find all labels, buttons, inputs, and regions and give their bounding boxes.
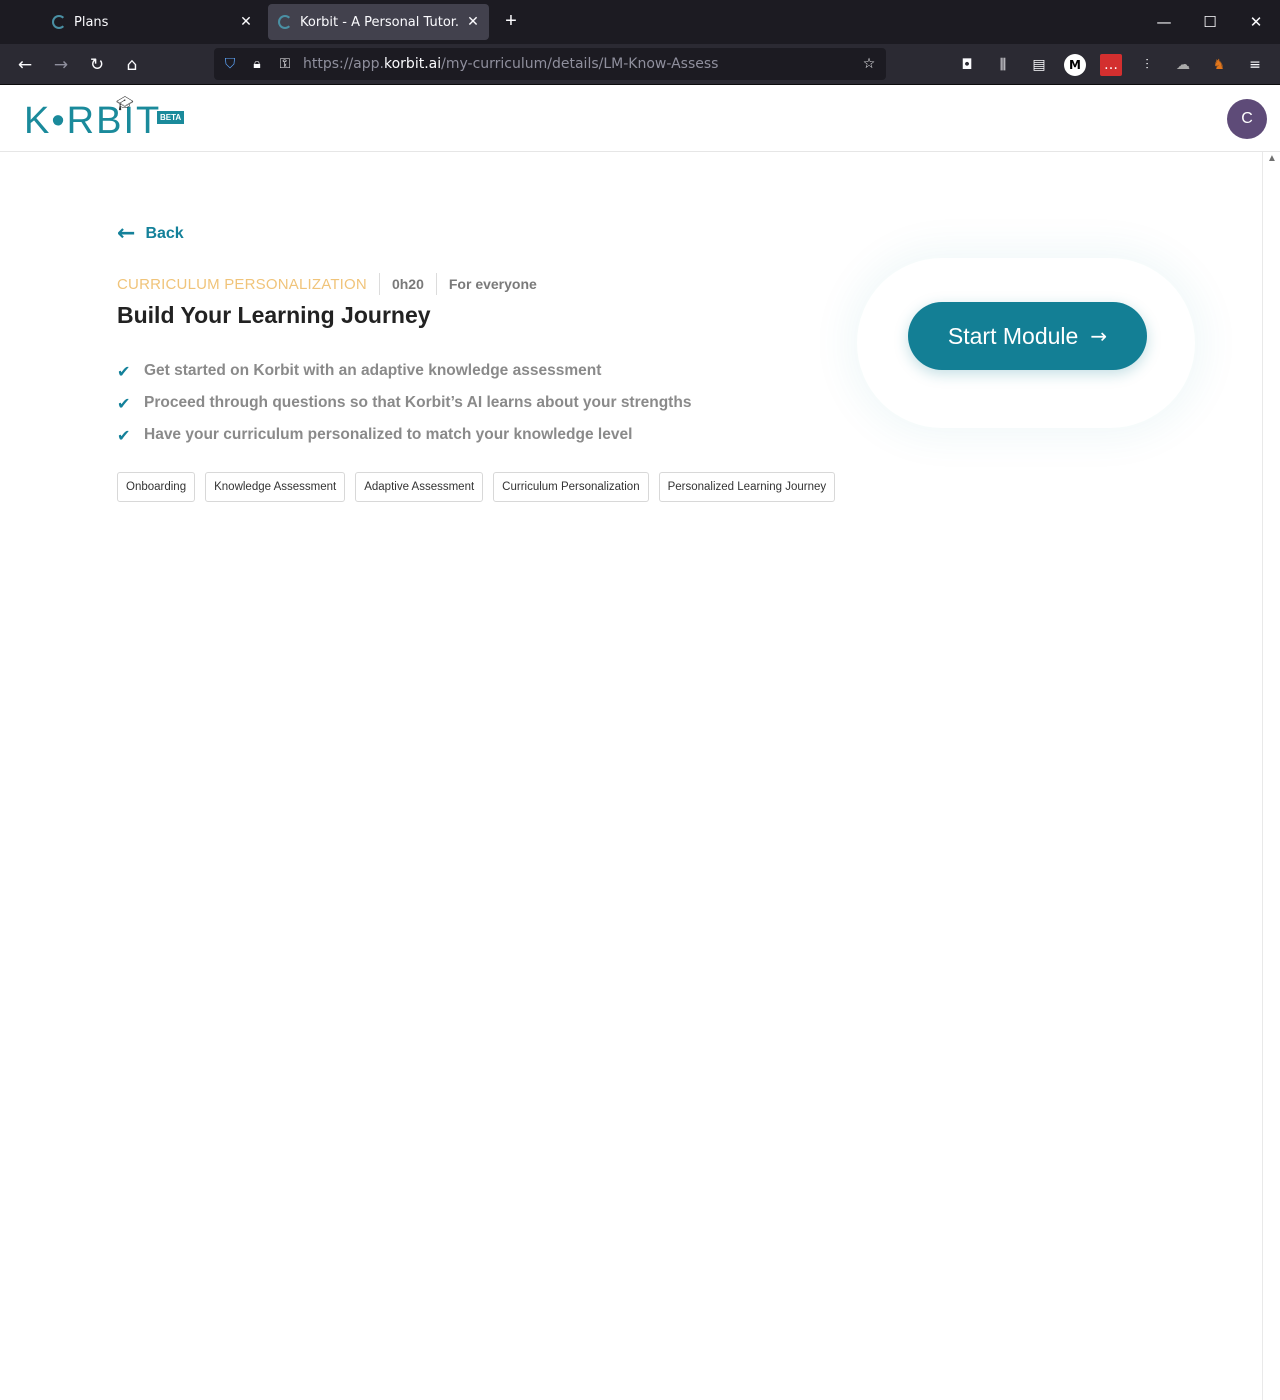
extension-lastpass-icon[interactable]: … xyxy=(1100,54,1122,76)
list-item-text: Have your curriculum personalized to mat… xyxy=(144,426,633,443)
tag-onboarding[interactable]: Onboarding xyxy=(117,472,196,502)
forward-arrow-icon[interactable]: → xyxy=(48,52,74,78)
duration-label: 0h20 xyxy=(391,276,424,292)
start-module-label: Start Module xyxy=(947,322,1079,349)
extension-fox-icon[interactable]: ♞ xyxy=(1208,54,1230,76)
benefits-list: ✔ Get started on Korbit with an adaptive… xyxy=(117,355,691,451)
back-label: Back xyxy=(145,225,184,242)
start-module-button[interactable]: Start Module → xyxy=(908,302,1147,370)
graduation-cap-icon: 🎓︎ xyxy=(116,95,134,111)
bookmark-star-icon[interactable]: ☆ xyxy=(858,52,880,76)
loading-icon xyxy=(278,15,292,29)
reload-icon[interactable]: ↻ xyxy=(84,52,110,78)
sidebar-icon[interactable]: ▤ xyxy=(1028,54,1050,76)
new-tab-button[interactable]: + xyxy=(500,10,522,32)
scroll-up-icon[interactable]: ▲ xyxy=(1266,152,1278,166)
tag-adaptive-assessment[interactable]: Adaptive Assessment xyxy=(355,472,484,502)
arrow-left-icon: ← xyxy=(117,221,136,246)
app-header: K•RBIT 🎓︎ BETA C xyxy=(0,85,1280,152)
maximize-button[interactable]: ☐ xyxy=(1198,10,1222,34)
browser-tab-bar: Plans ✕ Korbit - A Personal Tutor. For E… xyxy=(0,0,1280,44)
divider xyxy=(378,273,380,295)
tab-close-icon[interactable]: ✕ xyxy=(236,14,256,30)
library-icon[interactable]: ⫼ xyxy=(992,54,1014,76)
extension-cloud-icon[interactable]: ☁ xyxy=(1172,54,1194,76)
minimize-button[interactable]: — xyxy=(1152,10,1176,34)
list-item-text: Get started on Korbit with an adaptive k… xyxy=(144,362,602,379)
close-window-button[interactable]: ✕ xyxy=(1244,10,1268,34)
category-label: CURRICULUM PERSONALIZATION xyxy=(117,275,367,293)
check-icon: ✔ xyxy=(117,425,131,445)
tab-title: Korbit - A Personal Tutor. For Ev xyxy=(300,14,463,30)
divider xyxy=(435,273,437,295)
page-title: Build Your Learning Journey xyxy=(117,302,431,328)
shield-icon[interactable]: ⛉ xyxy=(219,52,241,76)
list-item-text: Proceed through questions so that Korbit… xyxy=(144,394,692,411)
check-icon: ✔ xyxy=(117,393,131,413)
browser-nav-bar: ← → ↻ ⌂ ⛉ 🔒︎ ⚿ https://app.korbit.ai/my-… xyxy=(0,44,1280,85)
arrow-right-icon: → xyxy=(1090,324,1108,348)
loading-icon xyxy=(52,15,66,29)
tab-plans[interactable]: Plans ✕ xyxy=(40,4,262,40)
tag-knowledge-assessment[interactable]: Knowledge Assessment xyxy=(205,472,346,502)
check-icon: ✔ xyxy=(117,361,131,381)
extension-m-icon[interactable]: M xyxy=(1064,54,1086,76)
menu-icon[interactable]: ≡ xyxy=(1244,54,1266,76)
pocket-icon[interactable]: ◘ xyxy=(956,54,978,76)
tab-korbit[interactable]: Korbit - A Personal Tutor. For Ev ✕ xyxy=(268,4,489,40)
lock-icon[interactable]: 🔒︎ xyxy=(246,52,268,76)
extension-equalizer-icon[interactable]: ⫶ xyxy=(1136,54,1158,76)
audience-label: For everyone xyxy=(448,276,537,292)
logo-text: K•RBIT xyxy=(24,100,162,142)
avatar[interactable]: C xyxy=(1227,99,1267,139)
list-item: ✔ Proceed through questions so that Korb… xyxy=(117,387,691,419)
beta-badge: BETA xyxy=(157,111,185,124)
scrollbar[interactable]: ▲ xyxy=(1262,152,1280,1400)
tab-close-icon[interactable]: ✕ xyxy=(463,14,483,30)
home-icon[interactable]: ⌂ xyxy=(119,52,145,78)
tab-title: Plans xyxy=(74,14,109,30)
list-item: ✔ Have your curriculum personalized to m… xyxy=(117,419,691,451)
module-meta: CURRICULUM PERSONALIZATION 0h20 For ever… xyxy=(117,273,537,295)
tag-curriculum-personalization[interactable]: Curriculum Personalization xyxy=(493,472,649,502)
tag-list: Onboarding Knowledge Assessment Adaptive… xyxy=(117,472,836,502)
back-arrow-icon[interactable]: ← xyxy=(12,52,38,78)
korbit-logo[interactable]: K•RBIT 🎓︎ BETA xyxy=(24,95,185,143)
back-link[interactable]: ← Back xyxy=(117,221,184,246)
url-bar[interactable]: ⛉ 🔒︎ ⚿ https://app.korbit.ai/my-curricul… xyxy=(214,48,886,80)
tag-personalized-learning-journey[interactable]: Personalized Learning Journey xyxy=(658,472,836,502)
list-item: ✔ Get started on Korbit with an adaptive… xyxy=(117,355,691,387)
url-text[interactable]: https://app.korbit.ai/my-curriculum/deta… xyxy=(303,56,718,72)
key-icon[interactable]: ⚿ xyxy=(274,52,296,76)
